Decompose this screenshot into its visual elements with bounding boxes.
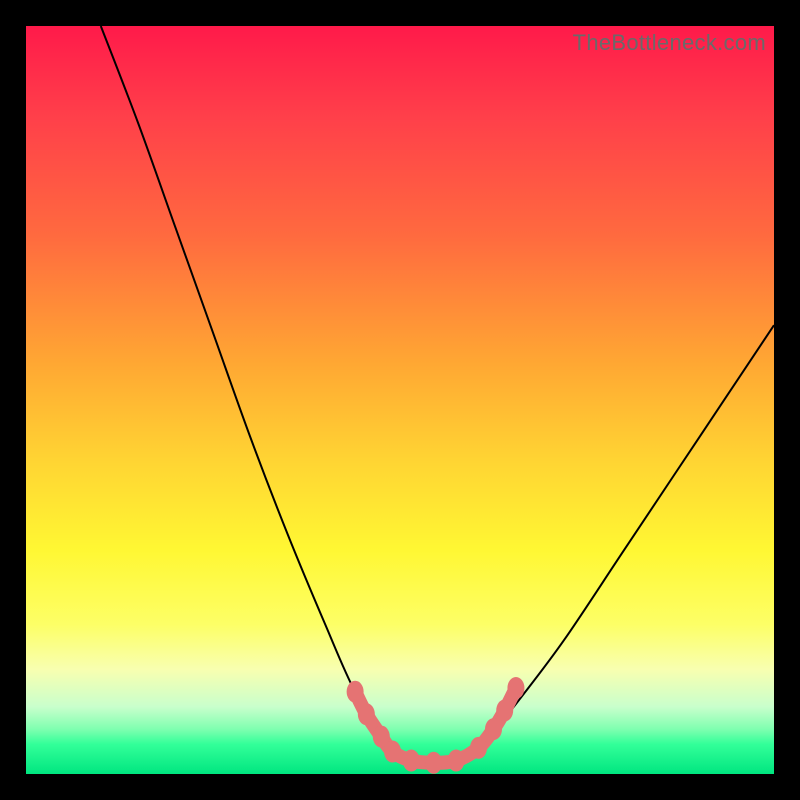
bead-trough-1 <box>403 750 420 772</box>
chart-svg <box>26 26 774 774</box>
bead-trough-2 <box>425 752 442 774</box>
bottleneck-curve <box>101 26 774 763</box>
chart-frame: TheBottleneck.com <box>26 26 774 774</box>
bead-right-2 <box>485 718 502 740</box>
bead-right-1 <box>470 737 487 759</box>
bead-left-2 <box>358 703 375 725</box>
bead-left-1 <box>347 681 364 703</box>
bead-left-4 <box>384 741 401 763</box>
bead-right-3 <box>496 699 513 721</box>
bead-right-4 <box>507 677 524 699</box>
bead-trough-3 <box>448 750 465 772</box>
